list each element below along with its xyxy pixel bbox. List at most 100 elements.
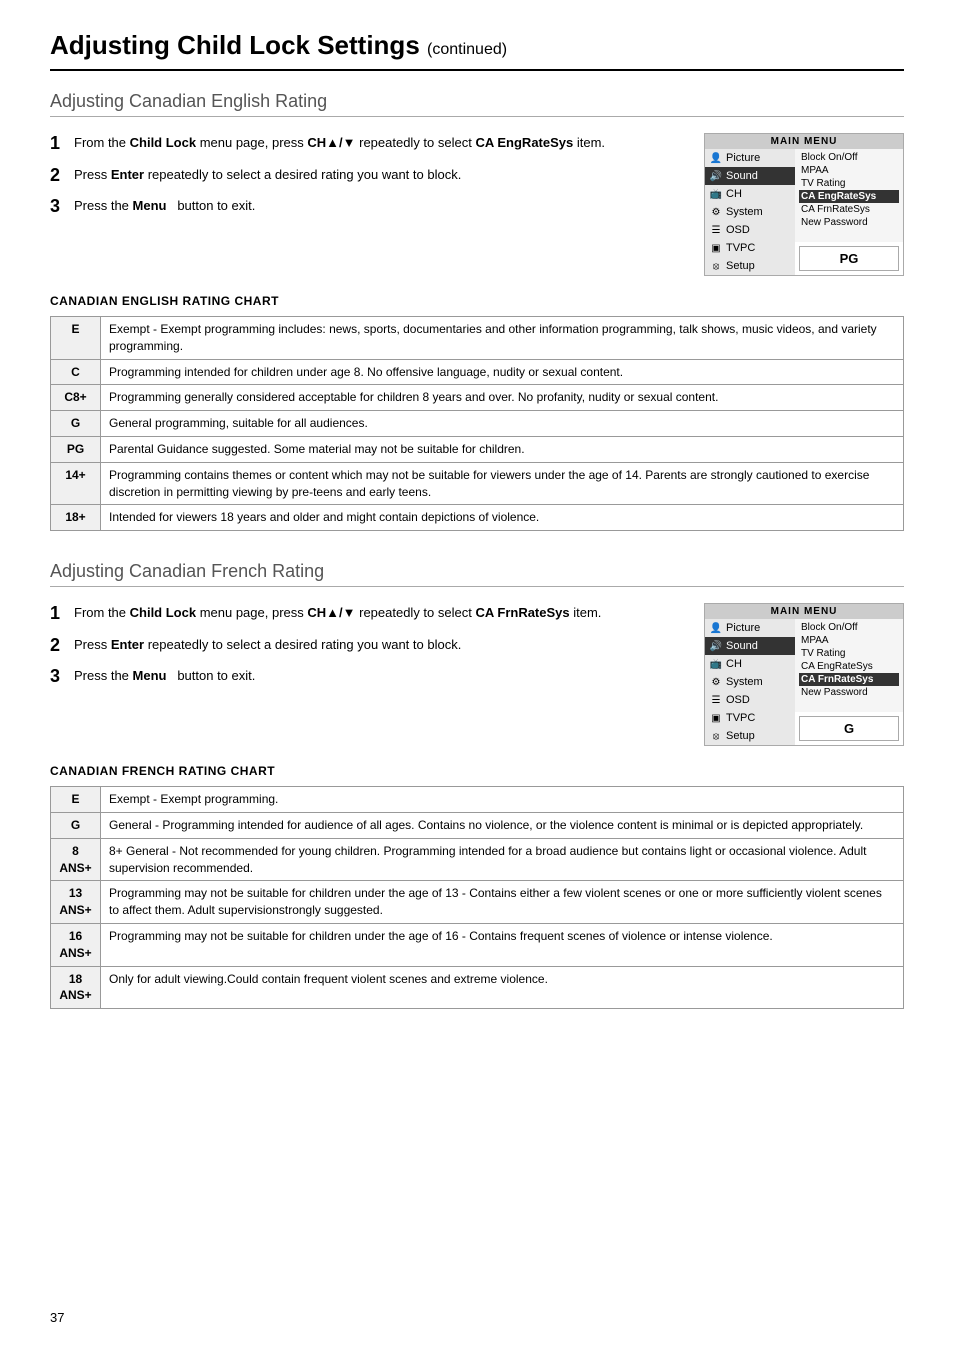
menu-item-tvpc-1: ▣ TVPC: [705, 239, 795, 257]
rating-code: G: [51, 812, 101, 838]
menu-label-osd-1: OSD: [726, 224, 750, 236]
step-2-2: 2 Press Enter repeatedly to select a des…: [50, 635, 684, 657]
rating-code: C8+: [51, 385, 101, 411]
section1-title: Adjusting Canadian English Rating: [50, 91, 904, 117]
eng-rating-table: E Exempt - Exempt programming includes: …: [50, 316, 904, 531]
page-title: Adjusting Child Lock Settings (continued…: [50, 30, 507, 60]
step-text-1-3: Press the Menu button to exit.: [74, 196, 255, 216]
menu-item-osd-2: ☰ OSD: [705, 691, 795, 709]
table-row: PG Parental Guidance suggested. Some mat…: [51, 436, 904, 462]
menu-label-setup-2: Setup: [726, 730, 755, 742]
menu-box-1: MAIN MENU 👤 Picture 🔊 Sound 📺 CH: [704, 133, 904, 276]
table-row: 16 ANS+ Programming may not be suitable …: [51, 923, 904, 966]
setup-icon-1: ⦻: [709, 259, 723, 273]
step-text-2-2: Press Enter repeatedly to select a desir…: [74, 635, 461, 655]
rating-desc: General - Programming intended for audie…: [101, 812, 904, 838]
menu-header-2: MAIN MENU: [705, 604, 903, 619]
submenu-tvrating-2: TV Rating: [799, 647, 899, 660]
step-text-1-1: From the Child Lock menu page, press CH▲…: [74, 133, 605, 153]
menu-label-setup-1: Setup: [726, 260, 755, 272]
rating-code: C: [51, 359, 101, 385]
step-2-1: 1 From the Child Lock menu page, press C…: [50, 603, 684, 625]
step-num-1-1: 1: [50, 133, 66, 155]
menu-header-1: MAIN MENU: [705, 134, 903, 149]
system-icon-2: ⚙: [709, 675, 723, 689]
submenu-caeng-1: CA EngRateSys: [799, 190, 899, 203]
tvpc-icon-1: ▣: [709, 241, 723, 255]
ch-icon-1: 📺: [709, 187, 723, 201]
table-row: C Programming intended for children unde…: [51, 359, 904, 385]
rating-code: E: [51, 317, 101, 360]
rating-code: 14+: [51, 462, 101, 505]
picture-icon-1: 👤: [709, 151, 723, 165]
rating-code: 18 ANS+: [51, 966, 101, 1009]
picture-icon-2: 👤: [709, 621, 723, 635]
rating-desc: 8+ General - Not recommended for young c…: [101, 838, 904, 881]
rating-desc: Only for adult viewing.Could contain fre…: [101, 966, 904, 1009]
table-row: 18 ANS+ Only for adult viewing.Could con…: [51, 966, 904, 1009]
submenu-block-2: Block On/Off: [799, 621, 899, 634]
menu-item-picture-2: 👤 Picture: [705, 619, 795, 637]
sound-icon-2: 🔊: [709, 639, 723, 653]
submenu-mpaa-2: MPAA: [799, 634, 899, 647]
menu-right-1: Block On/Off MPAA TV Rating CA EngRateSy…: [795, 149, 903, 275]
rating-desc: Programming generally considered accepta…: [101, 385, 904, 411]
step-text-2-3: Press the Menu button to exit.: [74, 666, 255, 686]
rating-desc: Exempt - Exempt programming includes: ne…: [101, 317, 904, 360]
menu-item-setup-2: ⦻ Setup: [705, 727, 795, 745]
menu-label-picture-1: Picture: [726, 152, 760, 164]
rating-desc: General programming, suitable for all au…: [101, 411, 904, 437]
page-header: Adjusting Child Lock Settings (continued…: [50, 30, 904, 71]
menu-item-system-2: ⚙ System: [705, 673, 795, 691]
menu-label-sound-2: Sound: [726, 640, 758, 652]
step-num-1-2: 2: [50, 165, 66, 187]
tvpc-icon-2: ▣: [709, 711, 723, 725]
menu-submenu-1: Block On/Off MPAA TV Rating CA EngRateSy…: [795, 149, 903, 242]
table-row: C8+ Programming generally considered acc…: [51, 385, 904, 411]
submenu-mpaa-1: MPAA: [799, 164, 899, 177]
steps-2: 1 From the Child Lock menu page, press C…: [50, 603, 684, 746]
step-num-2-2: 2: [50, 635, 66, 657]
rating-desc: Exempt - Exempt programming.: [101, 787, 904, 813]
submenu-newpass-2: New Password: [799, 686, 899, 699]
ch-icon-2: 📺: [709, 657, 723, 671]
step-2-3: 3 Press the Menu button to exit.: [50, 666, 684, 688]
frn-rating-table: E Exempt - Exempt programming. G General…: [50, 786, 904, 1009]
menu-rating-value-1: PG: [799, 246, 899, 271]
rating-desc: Intended for viewers 18 years and older …: [101, 505, 904, 531]
rating-code: 18+: [51, 505, 101, 531]
rating-desc: Programming contains themes or content w…: [101, 462, 904, 505]
table-row: 14+ Programming contains themes or conte…: [51, 462, 904, 505]
table-row: 13 ANS+ Programming may not be suitable …: [51, 881, 904, 924]
page-number: 37: [50, 1310, 64, 1325]
menu-label-picture-2: Picture: [726, 622, 760, 634]
step-num-1-3: 3: [50, 196, 66, 218]
menu-item-picture-1: 👤 Picture: [705, 149, 795, 167]
menu-items-2: 👤 Picture 🔊 Sound 📺 CH ⚙ System: [705, 619, 795, 745]
submenu-cafrn-1: CA FrnRateSys: [799, 203, 899, 216]
step-text-1-2: Press Enter repeatedly to select a desir…: [74, 165, 461, 185]
setup-icon-2: ⦻: [709, 729, 723, 743]
steps-and-menu-1: 1 From the Child Lock menu page, press C…: [50, 133, 904, 276]
menu-item-setup-1: ⦻ Setup: [705, 257, 795, 275]
step-1-3: 3 Press the Menu button to exit.: [50, 196, 684, 218]
menu-rating-value-2: G: [799, 716, 899, 741]
menu-item-sound-2: 🔊 Sound: [705, 637, 795, 655]
menu-item-system-1: ⚙ System: [705, 203, 795, 221]
step-text-2-1: From the Child Lock menu page, press CH▲…: [74, 603, 601, 623]
rating-desc: Programming may not be suitable for chil…: [101, 923, 904, 966]
menu-label-tvpc-2: TVPC: [726, 712, 755, 724]
table-row: 18+ Intended for viewers 18 years and ol…: [51, 505, 904, 531]
menu-body-2: 👤 Picture 🔊 Sound 📺 CH ⚙ System: [705, 619, 903, 745]
chart-title-2: CANADIAN FRENCH RATING CHART: [50, 764, 904, 778]
submenu-tvrating-1: TV Rating: [799, 177, 899, 190]
menu-submenu-2: Block On/Off MPAA TV Rating CA EngRateSy…: [795, 619, 903, 712]
submenu-block-1: Block On/Off: [799, 151, 899, 164]
rating-code: PG: [51, 436, 101, 462]
steps-and-menu-2: 1 From the Child Lock menu page, press C…: [50, 603, 904, 746]
sound-icon-1: 🔊: [709, 169, 723, 183]
title-text: Adjusting Child Lock Settings: [50, 30, 420, 60]
menu-item-tvpc-2: ▣ TVPC: [705, 709, 795, 727]
menu-label-ch-1: CH: [726, 188, 742, 200]
table-row: E Exempt - Exempt programming includes: …: [51, 317, 904, 360]
